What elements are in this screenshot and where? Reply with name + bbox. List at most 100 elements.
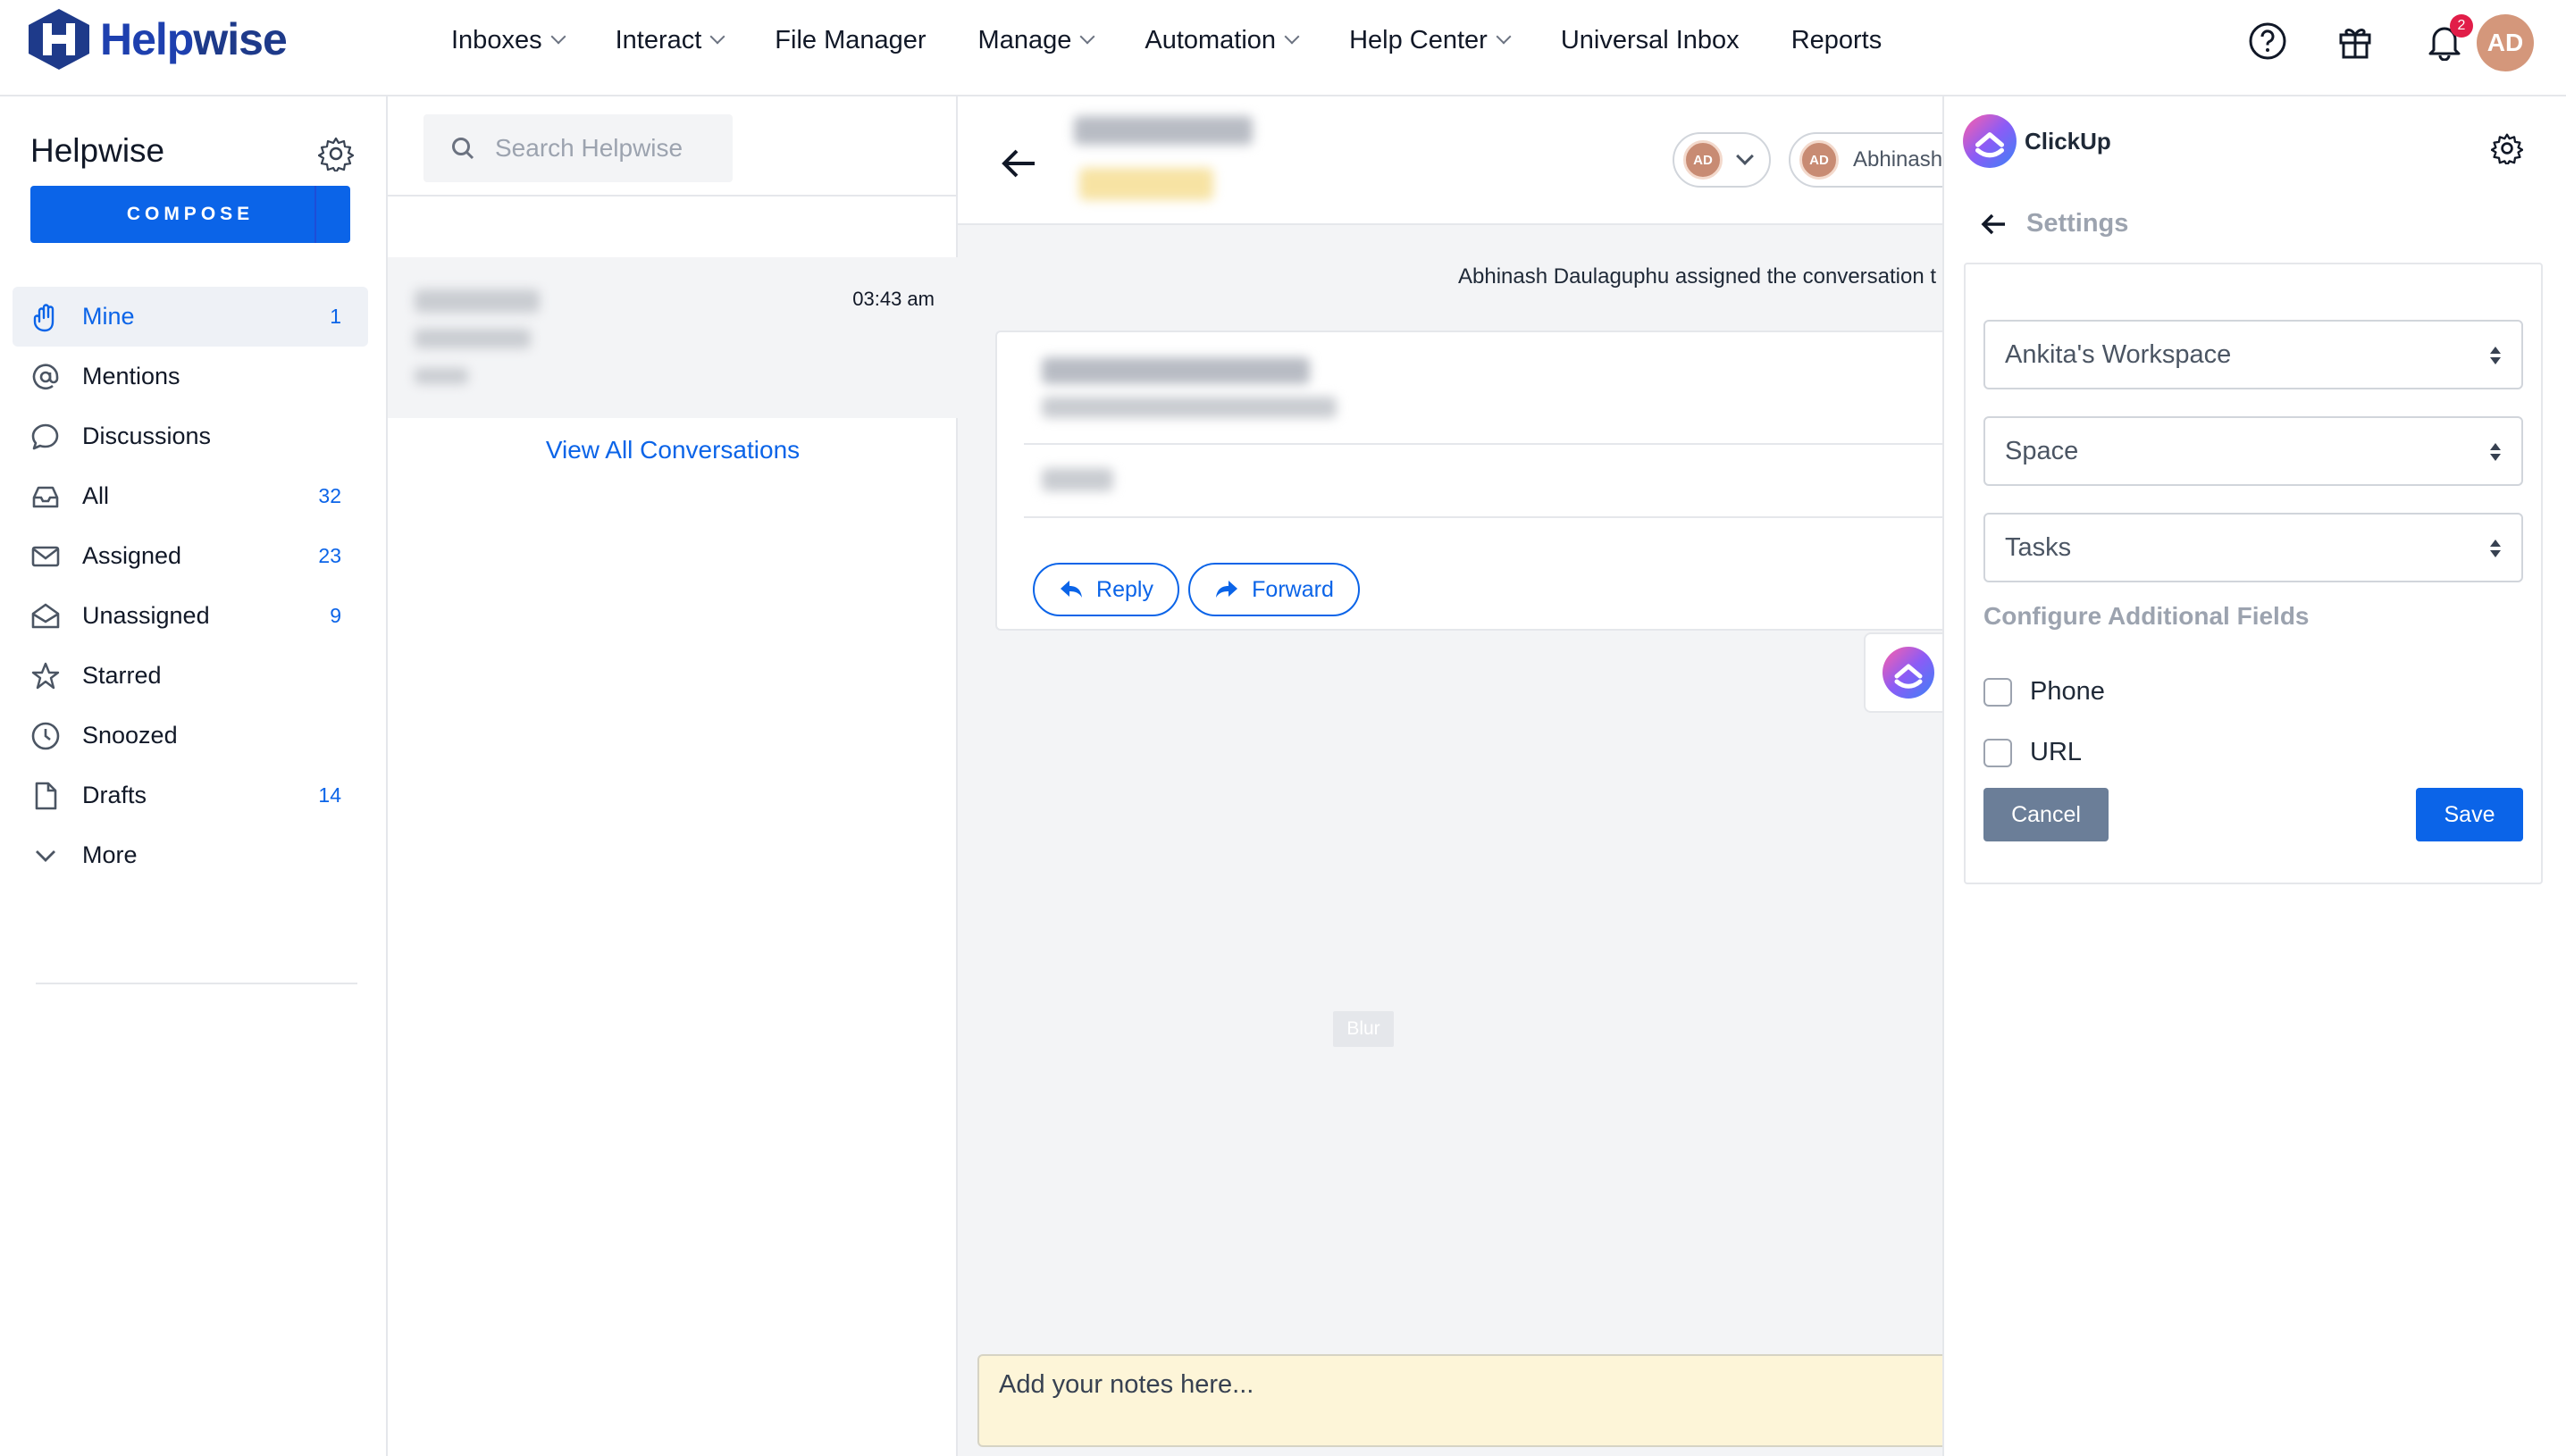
sidebar-item-label: More <box>82 841 138 868</box>
sidebar-item-count: 14 <box>318 783 341 807</box>
chevron-down-icon <box>1496 29 1512 45</box>
sidebar-item-mine[interactable]: Mine 1 <box>13 287 368 347</box>
workspace-select[interactable]: Ankita's Workspace <box>1983 320 2523 389</box>
chevron-down-icon <box>30 841 61 871</box>
conversation-row[interactable]: 03:43 am <box>388 257 958 418</box>
url-field-checkbox[interactable]: URL <box>1983 738 2082 767</box>
sidebar-item-assigned[interactable]: Assigned 23 <box>13 526 368 586</box>
list-divider <box>388 195 958 197</box>
sidebar-item-label: Drafts <box>82 782 147 808</box>
assignee-chip[interactable]: AD Abhinash <box>1789 132 1942 188</box>
file-icon <box>30 781 61 811</box>
sidebar-item-label: All <box>82 482 110 509</box>
checkbox[interactable] <box>1983 738 2012 767</box>
envelope-open-icon <box>30 601 61 632</box>
assign-dropdown[interactable]: AD <box>1673 132 1771 188</box>
sidebar-item-unassigned[interactable]: Unassigned 9 <box>13 586 368 646</box>
back-arrow-icon <box>1981 213 2005 234</box>
blurred-message-body <box>1042 468 1113 491</box>
workspace-settings-gear-icon[interactable] <box>318 136 354 172</box>
forward-button[interactable]: Forward <box>1188 563 1360 616</box>
back-arrow-icon[interactable] <box>997 141 1042 186</box>
blurred-status-tag <box>1079 168 1213 200</box>
top-navigation: Helpwise Inboxes Interact File Manager Mana… <box>0 0 2566 96</box>
nav-item-inboxes[interactable]: Inboxes <box>451 26 566 55</box>
chevron-down-icon <box>1079 29 1095 45</box>
nav-item-automation[interactable]: Automation <box>1145 26 1300 55</box>
mailbox-folder-list: Mine 1 Mentions Discussions All 32 Assigned 23 U… <box>13 287 368 885</box>
clickup-logo-icon <box>1883 647 1934 699</box>
sidebar-item-discussions[interactable]: Discussions <box>13 406 368 466</box>
nav-item-manage[interactable]: Manage <box>978 26 1095 55</box>
nav-item-file-manager[interactable]: File Manager <box>775 26 926 55</box>
list-select[interactable]: Tasks <box>1983 513 2523 582</box>
helpwise-logo-icon <box>29 9 89 70</box>
sidebar-item-starred[interactable]: Starred <box>13 646 368 706</box>
inbox-tray-icon <box>30 481 61 512</box>
bell-icon[interactable]: 2 <box>2418 14 2473 68</box>
sidebar-item-label: Mentions <box>82 363 180 389</box>
sidebar-divider <box>36 983 357 984</box>
sidebar-item-more[interactable]: More <box>13 825 368 885</box>
sidebar-item-label: Snoozed <box>82 722 178 749</box>
mailbox-sidebar: Helpwise COMPOSE Mine 1 Mentions Discussion… <box>0 96 388 1456</box>
sidebar-item-count: 32 <box>318 484 341 507</box>
assignee-avatar: AD <box>1799 140 1839 180</box>
main-menu: Inboxes Interact File Manager Manage Automat… <box>451 21 1933 59</box>
clickup-title: ClickUp <box>2025 127 2111 155</box>
nav-item-help-center[interactable]: Help Center <box>1349 26 1512 55</box>
clickup-logo-icon <box>1963 114 2017 168</box>
help-icon[interactable] <box>2241 14 2294 68</box>
nav-item-interact[interactable]: Interact <box>616 26 725 55</box>
conversation-list: Search Helpwise 03:43 am View All Conver… <box>388 96 958 1456</box>
additional-fields-heading: Configure Additional Fields <box>1983 602 2310 630</box>
compose-dropdown-divider <box>314 186 316 243</box>
notes-input[interactable]: Add your notes here... <box>977 1354 1942 1447</box>
sidebar-item-mentions[interactable]: Mentions <box>13 347 368 406</box>
search-icon <box>452 138 474 160</box>
message-divider <box>1024 443 1942 445</box>
blurred-message-sender <box>1042 357 1310 384</box>
sidebar-item-label: Discussions <box>82 423 212 449</box>
chevron-down-icon <box>1284 29 1300 45</box>
search-placeholder: Search Helpwise <box>495 134 683 162</box>
clickup-settings-form: Ankita's Workspace Space Tasks Configure… <box>1964 263 2543 884</box>
gift-icon[interactable] <box>2328 14 2382 68</box>
sidebar-item-count: 23 <box>318 544 341 567</box>
sidebar-item-snoozed[interactable]: Snoozed <box>13 706 368 766</box>
clock-icon <box>30 721 61 751</box>
sidebar-item-all[interactable]: All 32 <box>13 466 368 526</box>
assignee-name: Abhinash <box>1853 147 1942 172</box>
logo-wordmark: Helpwise <box>100 14 288 64</box>
clickup-settings-gear-icon[interactable] <box>2491 132 2523 164</box>
search-input[interactable]: Search Helpwise <box>423 114 733 182</box>
sidebar-item-label: Assigned <box>82 542 182 569</box>
conversation-time: 03:43 am <box>852 288 935 310</box>
compose-button[interactable]: COMPOSE <box>30 186 350 243</box>
sidebar-item-count: 9 <box>330 604 341 627</box>
blurred-sender <box>415 289 540 313</box>
select-arrows-icon <box>2490 540 2501 557</box>
helpwise-logo[interactable]: Helpwise <box>27 7 288 71</box>
reply-button[interactable]: Reply <box>1033 563 1179 616</box>
settings-back-button[interactable]: Settings <box>1980 209 2128 238</box>
nav-item-reports[interactable]: Reports <box>1791 26 1883 55</box>
checkbox[interactable] <box>1983 677 2012 707</box>
clickup-widget-button[interactable] <box>1864 632 1942 713</box>
chevron-down-icon <box>709 29 725 45</box>
view-all-conversations-link[interactable]: View All Conversations <box>388 436 958 464</box>
sidebar-item-count: 1 <box>330 305 341 328</box>
user-avatar[interactable]: AD <box>2477 14 2534 71</box>
sidebar-item-label: Mine <box>82 303 135 330</box>
phone-field-checkbox[interactable]: Phone <box>1983 677 2105 707</box>
nav-item-universal-inbox[interactable]: Universal Inbox <box>1561 26 1740 55</box>
at-icon <box>30 362 61 392</box>
save-button[interactable]: Save <box>2416 788 2523 841</box>
conversation-pane: AD AD Abhinash Abhinash Daulaguphu assig… <box>958 96 1942 1456</box>
hand-icon <box>30 302 61 332</box>
space-select[interactable]: Space <box>1983 416 2523 486</box>
chevron-down-icon <box>550 29 566 45</box>
blur-tool-label[interactable]: Blur <box>1333 1011 1394 1047</box>
sidebar-item-drafts[interactable]: Drafts 14 <box>13 766 368 825</box>
cancel-button[interactable]: Cancel <box>1983 788 2109 841</box>
